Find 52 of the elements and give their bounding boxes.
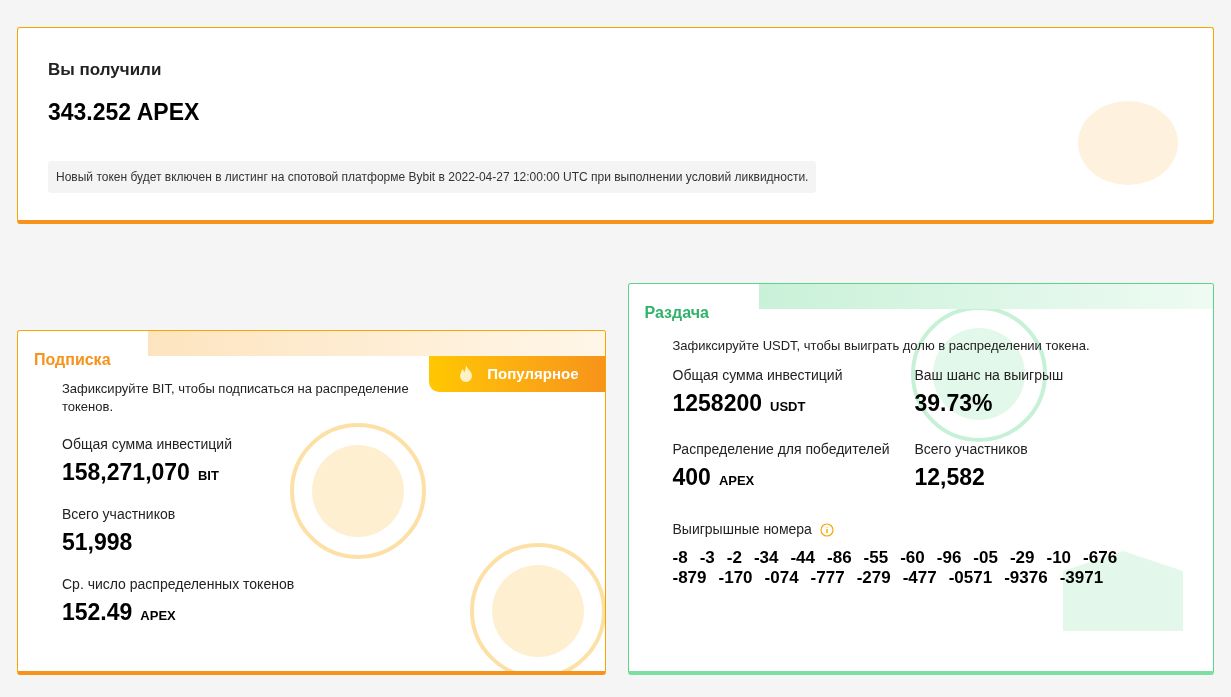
subscription-description: Зафиксируйте BIT, чтобы подписаться на распределение токенов.: [62, 380, 410, 416]
stat-value: 158,271,070: [62, 458, 190, 486]
stat-label: Распределение для победителей: [672, 440, 891, 459]
winning-number: -9376: [1004, 568, 1048, 588]
stat-label: Всего участников: [62, 505, 177, 524]
listing-note: Новый токен будет включен в листинг на спотовой платформе Bybit в 2022-04-27 12:00:00 UTC при выполнении условий ликвидности.: [48, 161, 817, 193]
winning-number: -0571: [948, 568, 993, 588]
received-label: Вы получили: [48, 59, 163, 81]
winning-number: -477: [902, 568, 937, 588]
stat-value: 152.49: [62, 598, 133, 626]
winning-number: -3: [699, 548, 715, 568]
stat-label: Общая сумма инвестиций: [672, 366, 844, 385]
winning-number: -10: [1046, 548, 1072, 568]
coin-watermark-icon: [288, 421, 428, 561]
stat-label: Ср. число распределенных токенов: [62, 575, 296, 594]
winning-number: -34: [753, 548, 779, 568]
winning-number: -279: [856, 568, 891, 588]
winning-number: -676: [1083, 548, 1118, 568]
winning-number: -55: [863, 548, 889, 568]
airdrop-description: Зафиксируйте USDT, чтобы выиграть долю в распределении токена.: [672, 337, 1091, 355]
stat-label: Общая сумма инвестиций: [62, 435, 233, 454]
winning-numbers-label: Выигрышные номера: [672, 520, 812, 539]
winning-number: -8: [672, 548, 688, 568]
stat-unit: BIT: [197, 467, 219, 485]
winning-number: -05: [973, 548, 998, 568]
stat-label: Ваш шанс на выигрыш: [914, 366, 1065, 385]
subscription-title: Подписка: [34, 350, 111, 370]
stat-value: 39.73%: [914, 389, 993, 417]
stat-unit: APEX: [718, 472, 755, 490]
winning-number: -879: [672, 568, 707, 588]
stat-unit: USDT: [770, 398, 806, 416]
winning-number: -2: [726, 548, 742, 568]
winning-number: -074: [764, 568, 799, 588]
stat-value: 1258200: [672, 389, 763, 417]
popular-label: Популярное: [487, 363, 579, 384]
stat-value: 400: [672, 463, 711, 491]
winning-number: -29: [1009, 548, 1035, 568]
winning-number: -777: [810, 568, 845, 588]
coin-watermark-icon: [468, 541, 605, 671]
winning-number: -44: [790, 548, 816, 568]
winning-number: -96: [936, 548, 962, 568]
stat-unit: APEX: [140, 607, 176, 625]
info-icon[interactable]: [819, 522, 834, 537]
winning-number: -3971: [1059, 568, 1104, 588]
winning-number: -60: [900, 548, 925, 568]
stat-label: Всего участников: [914, 440, 1029, 459]
winning-number: -86: [827, 548, 852, 568]
airdrop-title: Раздача: [644, 304, 709, 321]
received-amount: 343.252 APEX: [48, 97, 201, 127]
stat-value: 51,998: [62, 528, 133, 556]
stat-value: 12,582: [914, 463, 985, 491]
winning-number: -170: [718, 568, 753, 588]
